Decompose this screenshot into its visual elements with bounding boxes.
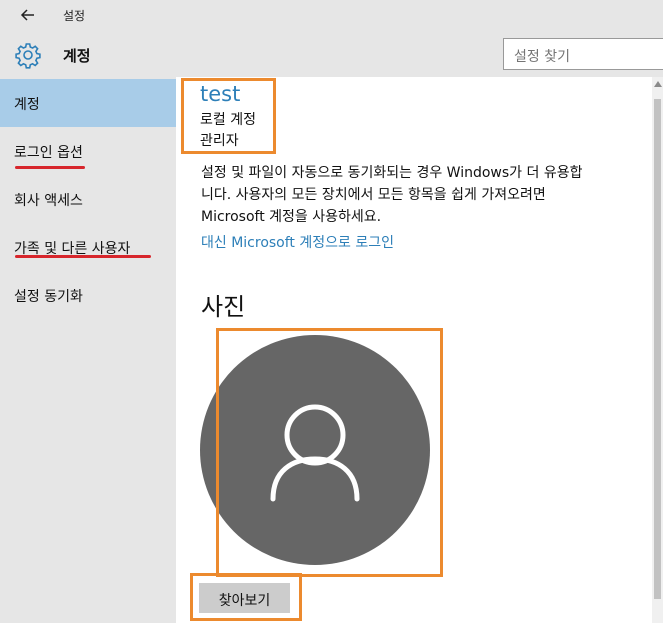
search-input[interactable]	[503, 38, 663, 70]
sidebar-item-label: 설정 동기화	[14, 289, 83, 305]
back-button[interactable]	[16, 4, 40, 26]
page-title: 계정	[63, 47, 91, 65]
photo-heading: 사진	[201, 293, 246, 321]
sidebar-item-label: 계정	[14, 97, 40, 113]
annotation-underline	[15, 166, 85, 169]
microsoft-signin-link[interactable]: 대신 Microsoft 계정으로 로그인	[201, 232, 394, 252]
title-bar: 설정	[0, 0, 663, 32]
sidebar-item-sync-settings[interactable]: 설정 동기화	[0, 271, 176, 319]
scroll-up-arrow-icon[interactable]	[654, 81, 662, 87]
scrollbar[interactable]	[652, 77, 663, 623]
annotation-highlight-box	[181, 78, 276, 154]
sidebar-item-label: 회사 액세스	[14, 193, 83, 209]
window-title: 설정	[63, 9, 86, 23]
sidebar-item-family-other-users[interactable]: 가족 및 다른 사용자	[0, 223, 176, 271]
settings-window: 설정 계정 계정 로그인 옵션 회사 액세스 가족 및 다른 사용자 설정 동기…	[0, 0, 663, 623]
account-description: 설정 및 파일이 자동으로 동기화되는 경우 Windows가 더 유용합 니다…	[201, 165, 583, 225]
gear-icon	[15, 43, 41, 69]
sidebar-item-account[interactable]: 계정	[0, 79, 176, 127]
sidebar-item-label: 로그인 옵션	[14, 145, 83, 161]
scroll-thumb[interactable]	[654, 99, 661, 599]
annotation-highlight-box	[190, 573, 302, 621]
back-arrow-icon	[20, 9, 34, 21]
sidebar: 계정 로그인 옵션 회사 액세스 가족 및 다른 사용자 설정 동기화	[0, 78, 176, 623]
sidebar-item-work-access[interactable]: 회사 액세스	[0, 175, 176, 223]
annotation-underline	[15, 255, 151, 258]
annotation-highlight-box	[216, 328, 443, 577]
